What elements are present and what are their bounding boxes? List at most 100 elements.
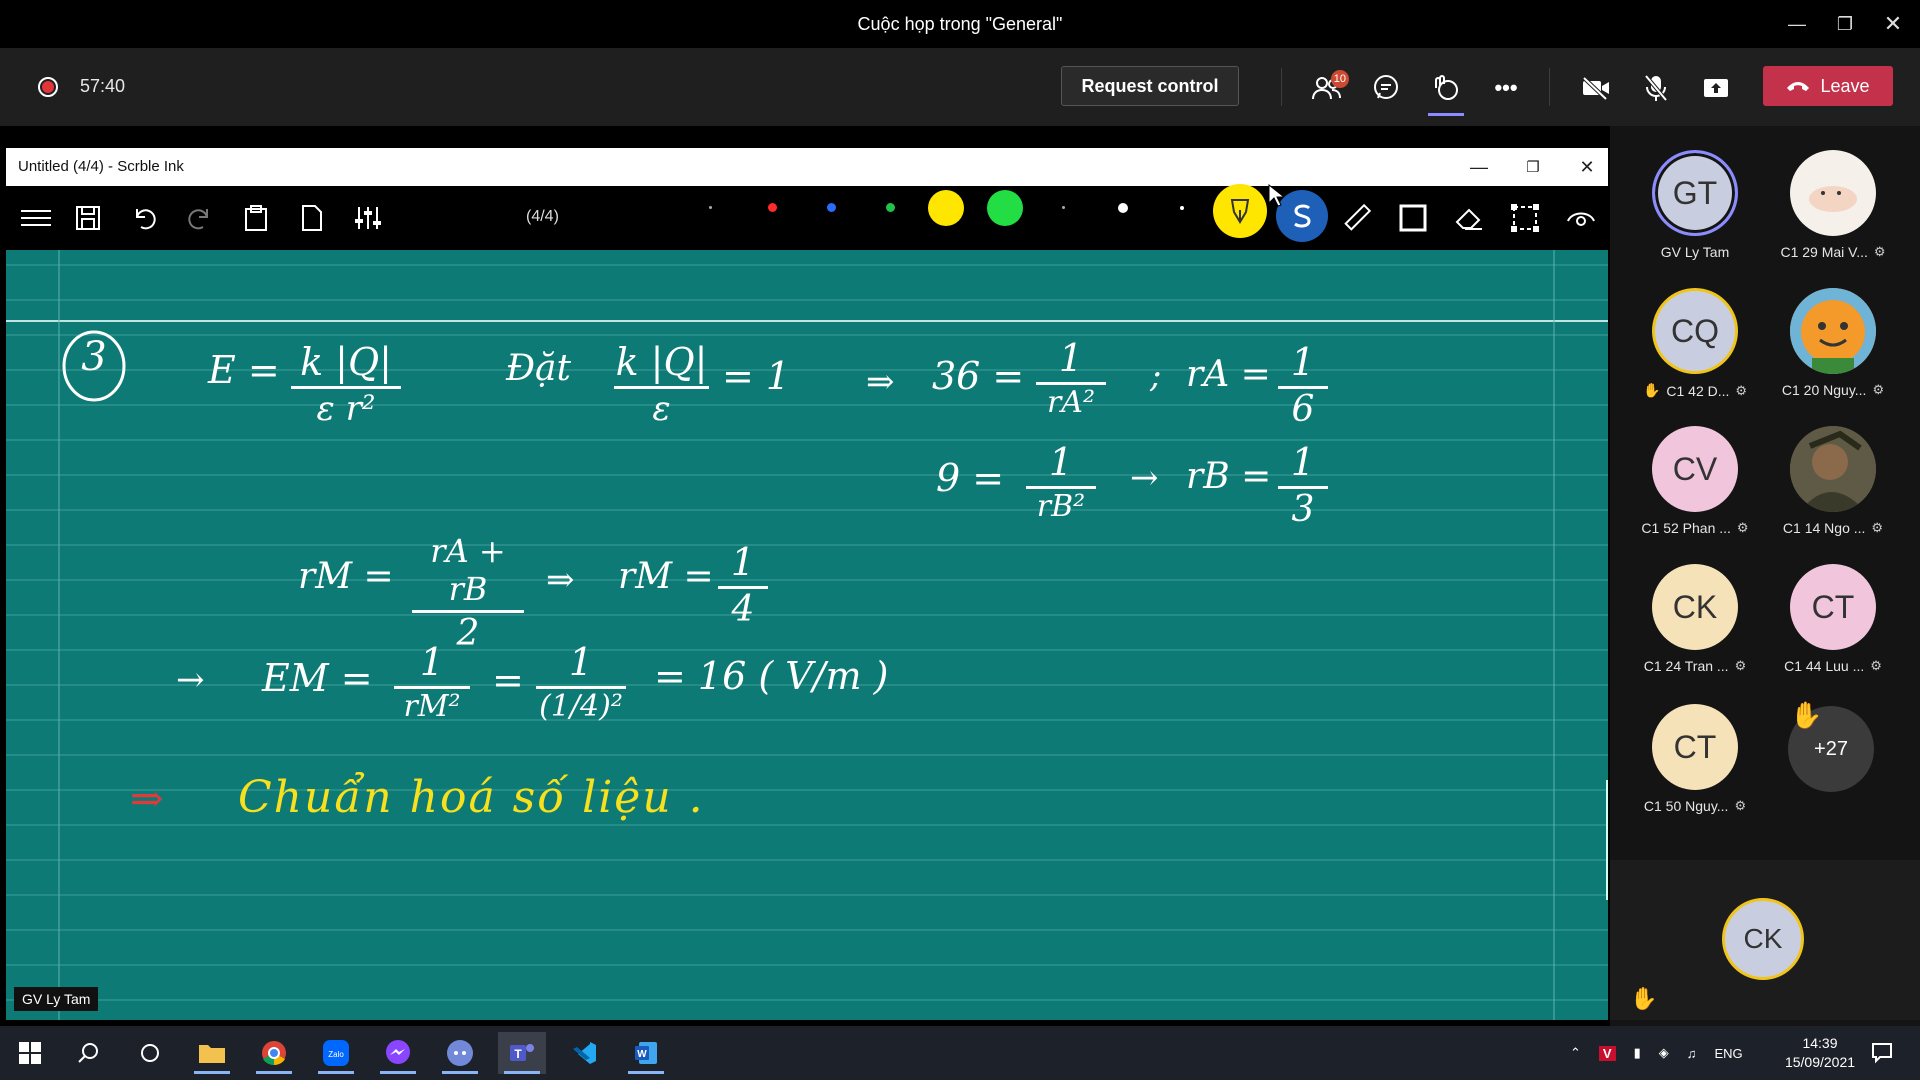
mic-off-icon — [1644, 74, 1668, 102]
hamburger-menu-icon[interactable] — [16, 198, 56, 238]
mic-off-icon: ⚙ — [1872, 382, 1885, 397]
arrow2: → — [1130, 458, 1159, 498]
clock[interactable]: 14:39 15/09/2021 — [1770, 1034, 1870, 1072]
whiteboard-canvas[interactable]: 3 E = k |Q| ε r² Đặt k |Q| ε = 1 ⇒ 36 = … — [6, 250, 1608, 1020]
start-button[interactable] — [6, 1032, 54, 1074]
scrble-restore-icon[interactable]: ❐ — [1506, 148, 1560, 186]
word-icon: W — [635, 1042, 657, 1064]
search-button[interactable] — [64, 1032, 112, 1074]
word-button[interactable]: W — [622, 1032, 670, 1074]
chevron-up-icon[interactable]: ⌃ — [1570, 1045, 1581, 1061]
frac4-num: 1 — [1290, 340, 1316, 384]
participant-tile[interactable]: GT GV Ly Tam — [1625, 150, 1765, 286]
scrble-close-icon[interactable]: ✕ — [1560, 148, 1614, 186]
participant-name: C1 20 Nguy... — [1781, 382, 1867, 398]
participant-tile[interactable]: C1 29 Mai V... ⚙ — [1763, 150, 1903, 286]
share-button[interactable] — [1694, 66, 1738, 110]
volume-icon[interactable]: ♫ — [1687, 1046, 1697, 1061]
pen-size-small[interactable] — [1062, 206, 1065, 209]
pen-color-blue[interactable] — [827, 203, 836, 212]
pen-tool-button[interactable] — [1213, 184, 1267, 238]
more-count: +27 — [1814, 737, 1848, 760]
math-content: E = k |Q| ε r² Đặt k |Q| ε = 1 ⇒ 36 = 1 … — [6, 250, 1608, 1020]
shape-rectangle-icon[interactable] — [1393, 198, 1433, 238]
frac5-num: 1 — [1048, 440, 1074, 484]
participant-name: C1 42 D... — [1666, 382, 1730, 399]
undo-icon[interactable] — [124, 198, 164, 238]
ruler-icon[interactable] — [1337, 198, 1377, 238]
participant-tile[interactable]: CT C1 50 Nguy... ⚙ — [1625, 704, 1765, 840]
vscode-button[interactable] — [560, 1032, 608, 1074]
participants-button[interactable]: 10 — [1305, 66, 1349, 110]
zalo-button[interactable]: Zalo — [312, 1032, 360, 1074]
taskbar: Zalo T W ⌃ V ▮ ◈ ♫ ENG 14:39 15/09/2021 — [0, 1026, 1920, 1080]
mic-button[interactable] — [1634, 66, 1678, 110]
file-explorer-button[interactable] — [188, 1032, 236, 1074]
clock-time: 14:39 — [1802, 1035, 1838, 1051]
teams-button[interactable]: T — [498, 1032, 546, 1074]
frac1: k |Q| ε r² — [291, 340, 401, 429]
selection-icon[interactable] — [1505, 198, 1545, 238]
more-actions-button[interactable]: ••• — [1484, 66, 1528, 110]
participant-tile[interactable]: CQ ✋ C1 42 D... ⚙ — [1625, 288, 1765, 424]
scrble-minimize-icon[interactable]: — — [1452, 148, 1506, 186]
discord-icon — [447, 1040, 473, 1066]
chrome-icon — [262, 1041, 286, 1066]
messenger-button[interactable] — [374, 1032, 422, 1074]
pen-color-white[interactable] — [1118, 203, 1128, 213]
system-tray: ⌃ V ▮ ◈ ♫ ENG — [1570, 1026, 1743, 1080]
eraser-icon[interactable] — [1449, 198, 1489, 238]
frac2-den: ε — [652, 389, 671, 429]
avatar: CT — [1790, 564, 1876, 650]
participant-tile[interactable]: C1 20 Nguy... ⚙ — [1763, 288, 1903, 424]
avatar: GT — [1652, 150, 1738, 236]
chat-button[interactable] — [1364, 66, 1408, 110]
frac3-num: 1 — [1058, 336, 1084, 380]
eq-one: = 1 — [722, 354, 791, 398]
leave-button[interactable]: Leave — [1763, 66, 1893, 106]
title-bar: Cuộc họp trong "General" — ❐ ✕ — [0, 0, 1920, 48]
save-icon[interactable] — [68, 198, 108, 238]
camera-button[interactable] — [1574, 66, 1618, 110]
conclusion-arrow: ⇒ — [130, 776, 164, 822]
view-eye-icon[interactable] — [1561, 198, 1601, 238]
participant-tile[interactable]: C1 14 Ngo ... ⚙ — [1763, 426, 1903, 562]
participant-tile[interactable]: CT C1 44 Luu ... ⚙ — [1763, 564, 1903, 700]
settings-sliders-icon[interactable] — [348, 198, 388, 238]
dat-word: Đặt — [506, 348, 571, 389]
meeting-toolbar: 57:40 Request control 10 ••• Leave — [0, 48, 1920, 126]
clipboard-icon[interactable] — [236, 198, 276, 238]
arrow4: → — [176, 660, 205, 700]
restore-icon[interactable]: ❐ — [1821, 0, 1869, 48]
pen-color-green[interactable] — [886, 203, 895, 212]
pen-color-yellow[interactable] — [928, 190, 964, 226]
close-icon[interactable]: ✕ — [1869, 0, 1917, 48]
avatar: CT — [1652, 704, 1738, 790]
wifi-icon[interactable]: ◈ — [1659, 1045, 1669, 1061]
raise-hand-icon — [1435, 75, 1458, 100]
participant-tile[interactable]: CV C1 52 Phan ... ⚙ — [1625, 426, 1765, 562]
new-page-icon[interactable] — [292, 198, 332, 238]
participant-tile[interactable]: CK C1 24 Tran ... ⚙ — [1625, 564, 1765, 700]
cortana-icon — [141, 1044, 159, 1062]
antivirus-icon[interactable]: V — [1598, 1045, 1616, 1061]
frac9-den: rM² — [403, 689, 461, 724]
request-control-button[interactable]: Request control — [1061, 66, 1239, 106]
eq-sign: = — [492, 658, 524, 702]
discord-button[interactable] — [436, 1032, 484, 1074]
pen-size-tiny[interactable] — [709, 206, 712, 209]
language-indicator[interactable]: ENG — [1714, 1046, 1742, 1061]
pen-size-dot[interactable] — [1180, 206, 1184, 210]
participants-badge: 10 — [1330, 70, 1349, 88]
minimize-icon[interactable]: — — [1773, 0, 1821, 48]
pen-color-lightgreen[interactable] — [987, 190, 1023, 226]
pen-color-red[interactable] — [768, 203, 777, 212]
notifications-button[interactable] — [1858, 1032, 1906, 1074]
battery-icon[interactable]: ▮ — [1634, 1045, 1641, 1061]
cortana-button[interactable] — [126, 1032, 174, 1074]
redo-icon[interactable] — [180, 198, 220, 238]
reactions-button[interactable] — [1424, 66, 1468, 116]
conclusion-text: Chuẩn hoá số liệu . — [238, 772, 705, 823]
frac3: 1 rA² — [1036, 336, 1106, 420]
chrome-button[interactable] — [250, 1032, 298, 1074]
